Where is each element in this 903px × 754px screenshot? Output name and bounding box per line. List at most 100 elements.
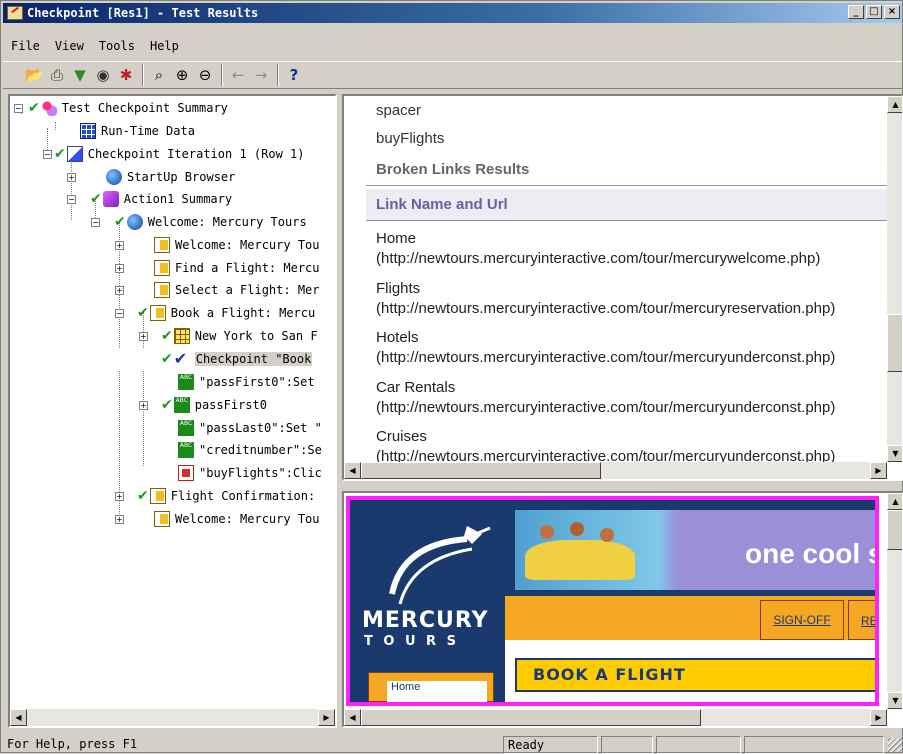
scroll-thumb[interactable]: [361, 462, 601, 479]
scroll-down-icon[interactable]: ▼: [887, 692, 902, 709]
tree-horizontal-scrollbar[interactable]: ◀ ▶: [10, 709, 335, 726]
expand-icon[interactable]: +: [115, 241, 124, 250]
scroll-down-icon[interactable]: ▼: [887, 445, 902, 462]
results-horizontal-scrollbar[interactable]: ◀ ▶: [344, 462, 887, 479]
expand-icon[interactable]: +: [115, 492, 124, 501]
back-arrow-icon[interactable]: ←: [227, 64, 249, 86]
open-folder-icon[interactable]: 📂: [23, 64, 45, 86]
search-icon[interactable]: ⌕: [148, 64, 170, 86]
collapse-icon[interactable]: −: [115, 309, 124, 318]
collapse-icon[interactable]: −: [43, 150, 52, 159]
tree-item-runtime-data[interactable]: Run-Time Data: [80, 120, 195, 142]
results-tree[interactable]: − ✔ Test Checkpoint Summary Run-Time Dat…: [8, 94, 337, 728]
preview-horizontal-scrollbar[interactable]: ◀ ▶: [344, 709, 887, 726]
tree-item-welcome-page-2[interactable]: + Welcome: Mercury Tou: [10, 508, 320, 530]
toolbar-separator: [277, 64, 279, 86]
menu-file[interactable]: File: [3, 37, 47, 57]
zoom-out-icon[interactable]: ⊖: [194, 64, 216, 86]
mercury-logo: [372, 514, 492, 614]
scroll-up-icon[interactable]: ▲: [887, 96, 902, 113]
scroll-track[interactable]: [27, 709, 318, 726]
collapse-icon[interactable]: −: [67, 195, 76, 204]
scroll-left-icon[interactable]: ◀: [344, 462, 361, 479]
person-graphic: [540, 525, 554, 539]
tree-item-flight-confirmation[interactable]: + ✔ Flight Confirmation:: [10, 485, 315, 507]
checkpoint-icon[interactable]: ✱: [115, 64, 137, 86]
browser-icon: [106, 169, 122, 185]
scroll-track[interactable]: [701, 709, 870, 726]
tree-item-iteration[interactable]: − ✔ Checkpoint Iteration 1 (Row 1): [10, 143, 304, 165]
tree-item-startup-browser[interactable]: + StartUp Browser: [10, 166, 235, 188]
expand-icon[interactable]: +: [115, 264, 124, 273]
sign-off-link[interactable]: SIGN-OFF: [773, 613, 830, 627]
tree-item-welcome-page[interactable]: + Welcome: Mercury Tou: [10, 234, 320, 256]
expand-icon[interactable]: +: [115, 515, 124, 524]
app-icon: [7, 6, 23, 20]
tree-item-buyflights[interactable]: "buyFlights":Clic: [10, 462, 322, 484]
link-url: (http://newtours.mercuryinteractive.com/…: [376, 300, 836, 317]
scroll-left-icon[interactable]: ◀: [10, 709, 27, 726]
side-nav-home-link[interactable]: Home: [387, 681, 487, 702]
minimize-button[interactable]: _: [848, 5, 864, 19]
page-icon: [154, 260, 170, 276]
tree-label: Run-Time Data: [101, 124, 195, 138]
tree-item-creditnumber[interactable]: ABC "creditnumber":Se: [10, 439, 322, 461]
help-icon[interactable]: ?: [283, 64, 305, 86]
scroll-right-icon[interactable]: ▶: [870, 462, 887, 479]
tree-item-passfirst[interactable]: + ✔ ABC passFirst0: [10, 394, 267, 416]
tree-label: Select a Flight: Mer: [175, 283, 320, 297]
preview-vertical-scrollbar[interactable]: ▲ ▼: [887, 493, 902, 709]
expand-icon[interactable]: +: [67, 173, 76, 182]
status-panel: [744, 736, 884, 754]
maximize-button[interactable]: □: [866, 5, 882, 19]
tree-item-table-checkpoint[interactable]: + ✔ New York to San F: [10, 325, 318, 347]
scroll-thumb[interactable]: [887, 314, 902, 372]
tree-item-checkpoint-book[interactable]: ✔ ✔ Checkpoint "Book: [10, 348, 313, 370]
scroll-thumb[interactable]: [361, 709, 701, 726]
filter-icon[interactable]: ▼: [69, 64, 91, 86]
expand-icon[interactable]: +: [139, 401, 148, 410]
results-details-pane[interactable]: spacer buyFlights Broken Links Results L…: [342, 94, 903, 481]
tree-item-test-summary[interactable]: − ✔ Test Checkpoint Summary: [10, 97, 228, 119]
scroll-right-icon[interactable]: ▶: [870, 709, 887, 726]
expand-icon[interactable]: +: [115, 286, 124, 295]
tree-item-passfirst-set[interactable]: ABC "passFirst0":Set: [10, 371, 315, 393]
expand-icon[interactable]: +: [139, 332, 148, 341]
forward-arrow-icon[interactable]: →: [250, 64, 272, 86]
title-bar[interactable]: Checkpoint [Res1] - Test Results _ □ ×: [3, 3, 902, 23]
raft-graphic: [525, 540, 635, 580]
toolbar-separator: [142, 64, 144, 86]
scroll-right-icon[interactable]: ▶: [318, 709, 335, 726]
close-button[interactable]: ×: [884, 5, 900, 19]
tree-item-action-summary[interactable]: − ✔ Action1 Summary: [10, 188, 232, 210]
menu-tools[interactable]: Tools: [91, 37, 142, 57]
tree-label: Test Checkpoint Summary: [61, 101, 228, 115]
scroll-thumb[interactable]: [887, 510, 902, 550]
tree-item-select-flight[interactable]: + Select a Flight: Mer: [10, 279, 320, 301]
scroll-track[interactable]: [601, 462, 870, 479]
page-icon: [149, 488, 166, 504]
scroll-up-icon[interactable]: ▲: [887, 493, 902, 510]
zoom-in-icon[interactable]: ⊕: [171, 64, 193, 86]
tree-item-passlast-set[interactable]: ABC "passLast0":Set ": [10, 417, 322, 439]
checkmark-icon: ✔: [137, 488, 149, 504]
print-icon[interactable]: ⎙: [46, 64, 68, 86]
resize-grip-icon[interactable]: [888, 738, 902, 752]
tree-item-find-flight[interactable]: + Find a Flight: Mercu: [10, 257, 320, 279]
collapse-icon[interactable]: −: [14, 104, 23, 113]
menu-help[interactable]: Help: [142, 37, 186, 57]
tree-item-welcome-browser[interactable]: − ✔ Welcome: Mercury Tours: [10, 211, 307, 233]
scroll-left-icon[interactable]: ◀: [344, 709, 361, 726]
menu-view[interactable]: View: [47, 37, 91, 57]
register-link[interactable]: RE: [861, 614, 875, 628]
page-icon: [154, 511, 170, 527]
menu-bar: File View Tools Help: [3, 37, 186, 57]
collapse-icon[interactable]: −: [91, 218, 100, 227]
tree-label: Checkpoint Iteration 1 (Row 1): [87, 147, 305, 161]
page-preview: MERCURY T O U R S one cool s SIGN-OFF RE…: [346, 496, 879, 706]
results-vertical-scrollbar[interactable]: ▲ ▼: [887, 96, 902, 462]
tree-label: Flight Confirmation:: [170, 489, 316, 503]
find-icon[interactable]: ◉: [92, 64, 114, 86]
tree-item-book-flight[interactable]: − ✔ Book a Flight: Mercu: [10, 302, 315, 324]
page-preview-pane[interactable]: MERCURY T O U R S one cool s SIGN-OFF RE…: [342, 491, 903, 728]
